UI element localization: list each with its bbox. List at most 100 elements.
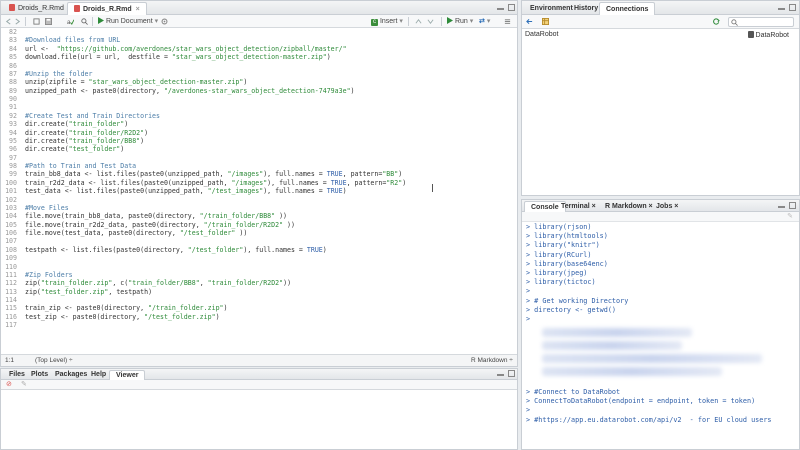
gear-icon[interactable] <box>161 18 168 25</box>
rerun-button[interactable]: ⇄ ▾ <box>479 16 490 27</box>
toolbar-separator <box>92 17 93 26</box>
console-line: > <box>526 287 531 296</box>
code-line[interactable]: 92 #Create Test and Train Directories <box>1 112 517 120</box>
code-line[interactable]: 105 file.move(train_r2d2_data, paste0(dir… <box>1 221 517 229</box>
document-mode-selector[interactable]: R Markdown ÷ <box>471 355 513 366</box>
tab-terminal[interactable]: Terminal × <box>555 201 602 212</box>
code-line[interactable]: 108 testpath <- list.files(paste0(directo… <box>1 246 517 254</box>
tab-viewer[interactable]: Viewer <box>109 370 146 380</box>
maximize-pane-button[interactable] <box>789 202 796 209</box>
console-tabbar: Console Terminal × R Markdown × Jobs × <box>522 200 799 212</box>
code-line[interactable]: 82 <box>1 28 517 36</box>
code-text: file.move(test_data, paste0(directory, "… <box>25 229 248 237</box>
run-document-button[interactable]: Run Document ▾ <box>98 16 158 27</box>
clear-viewer-icon[interactable]: ✎ <box>21 380 27 388</box>
search-icon[interactable] <box>81 18 88 25</box>
code-line[interactable]: 93 dir.create("train_folder") <box>1 120 517 128</box>
code-line[interactable]: 98 #Path to Train and Test Data <box>1 162 517 170</box>
code-line[interactable]: 99 train_bb8_data <- list.files(paste0(un… <box>1 170 517 178</box>
line-number: 85 <box>9 53 17 62</box>
maximize-pane-button[interactable] <box>508 4 515 11</box>
tab-connections[interactable]: Connections <box>599 2 656 15</box>
code-line[interactable]: 97 <box>1 154 517 162</box>
connection-name: DataRobot <box>525 31 559 38</box>
minimize-pane-button[interactable] <box>497 370 504 376</box>
viewer-toolbar: ⊘ ✎ <box>1 380 517 390</box>
code-text: #Move Files <box>25 203 69 212</box>
files-tabbar: Files Plots Packages Help Viewer <box>1 369 517 380</box>
redacted-output <box>542 367 722 377</box>
code-line[interactable]: 110 <box>1 263 517 271</box>
editor-toolbar: a Run Document ▾ c Insert ▾ Run ▾ ⇄ ▾ <box>1 15 517 28</box>
refresh-icon[interactable] <box>713 18 720 25</box>
show-in-window-icon[interactable] <box>33 18 40 25</box>
code-line[interactable]: 116 test_zip <- paste0(directory, "/test_… <box>1 313 517 321</box>
code-editor[interactable]: 82 83 #Download files from URL 84 url <- "ht… <box>1 28 517 354</box>
code-line[interactable]: 94 dir.create("train_folder/R2D2") <box>1 129 517 137</box>
console-line: > library("knitr") <box>526 241 600 250</box>
console-output[interactable]: > library(rjson) > library(htmltools) > li… <box>522 223 799 449</box>
code-line[interactable]: 101 test_data <- list.files(paste0(unzipp… <box>1 187 517 195</box>
connection-row[interactable]: DataRobot DataRobot <box>522 29 799 40</box>
code-line[interactable]: 88 unzip(zipfile = "star_wars_object_dete… <box>1 78 517 86</box>
code-line[interactable]: 95 dir.create("train_folder/BB8") <box>1 137 517 145</box>
code-line[interactable]: 107 <box>1 237 517 245</box>
maximize-pane-button[interactable] <box>508 370 515 377</box>
tab-jobs[interactable]: Jobs × <box>650 201 684 212</box>
code-line[interactable]: 109 <box>1 254 517 262</box>
editor-tab-2[interactable]: Droids_R.Rmd × <box>67 2 147 15</box>
code-line[interactable]: 117 <box>1 321 517 329</box>
code-line[interactable]: 102 <box>1 196 517 204</box>
console-line: > ConnectToDataRobot(endpoint = endpoint… <box>526 397 756 406</box>
code-line[interactable]: 104 file.move(train_bb8_data, paste0(dire… <box>1 212 517 220</box>
code-line[interactable]: 113 zip("test_folder.zip", testpath) <box>1 288 517 296</box>
svg-text:a: a <box>67 19 71 25</box>
code-line[interactable]: 83 #Download files from URL <box>1 36 517 44</box>
console-line: > library(base64enc) <box>526 259 608 268</box>
outline-icon[interactable] <box>504 18 511 25</box>
code-line[interactable]: 103 #Move Files <box>1 204 517 212</box>
back-arrow-icon[interactable] <box>526 18 533 25</box>
line-number: 92 <box>9 111 17 120</box>
connection-table-icon[interactable] <box>542 18 549 25</box>
spellcheck-icon[interactable]: a <box>67 18 74 25</box>
code-text: train_bb8_data <- list.files(paste0(unzi… <box>25 170 403 179</box>
source-editor-pane: Droids_R.Rmd× Droids_R.Rmd× a Run Docume… <box>0 0 518 367</box>
maximize-pane-button[interactable] <box>789 4 796 11</box>
code-line[interactable]: 100 train_r2d2_data <- list.files(paste0(… <box>1 179 517 187</box>
run-button[interactable]: Run ▾ <box>447 16 473 27</box>
code-line[interactable]: 86 <box>1 62 517 70</box>
scope-selector[interactable]: (Top Level) ÷ <box>35 355 73 366</box>
connections-search-input[interactable] <box>728 17 794 27</box>
code-line[interactable]: 87 #Unzip the folder <box>1 70 517 78</box>
code-text: dir.create("test_folder") <box>25 145 125 154</box>
line-number: 112 <box>5 279 17 288</box>
code-line[interactable]: 96 dir.create("test_folder") <box>1 145 517 153</box>
connections-toolbar <box>522 15 799 29</box>
code-line[interactable]: 89 unzipped_path <- paste0(directory, "/a… <box>1 87 517 95</box>
stop-icon[interactable]: ⊘ <box>6 380 12 388</box>
code-line[interactable]: 106 file.move(test_data, paste0(directory… <box>1 229 517 237</box>
code-line[interactable]: 112 zip("train_folder.zip", c("train_fold… <box>1 279 517 287</box>
save-icon[interactable] <box>45 18 52 25</box>
clear-console-icon[interactable]: ✎ <box>787 212 793 220</box>
console-line: > library(RCurl) <box>526 250 592 259</box>
forward-arrow-icon[interactable] <box>14 18 21 25</box>
insert-chunk-button[interactable]: c Insert ▾ <box>371 16 403 27</box>
code-line[interactable]: 111 #Zip Folders <box>1 271 517 279</box>
code-line[interactable]: 115 train_zip <- paste0(directory, "/trai… <box>1 304 517 312</box>
minimize-pane-button[interactable] <box>778 202 785 208</box>
code-line[interactable]: 114 <box>1 296 517 304</box>
go-down-icon[interactable] <box>427 18 434 25</box>
minimize-pane-button[interactable] <box>778 4 785 10</box>
code-line[interactable]: 91 <box>1 103 517 111</box>
code-line[interactable]: 90 <box>1 95 517 103</box>
code-line[interactable]: 84 url <- "https://github.com/averdones/s… <box>1 45 517 53</box>
go-up-icon[interactable] <box>415 18 422 25</box>
code-text: #Unzip the folder <box>25 69 93 78</box>
back-arrow-icon[interactable] <box>5 18 12 25</box>
connection-type: DataRobot <box>747 31 789 39</box>
minimize-pane-button[interactable] <box>497 4 504 10</box>
code-line[interactable]: 85 download.file(url = url, destfile = "s… <box>1 53 517 61</box>
line-number: 102 <box>5 195 17 204</box>
